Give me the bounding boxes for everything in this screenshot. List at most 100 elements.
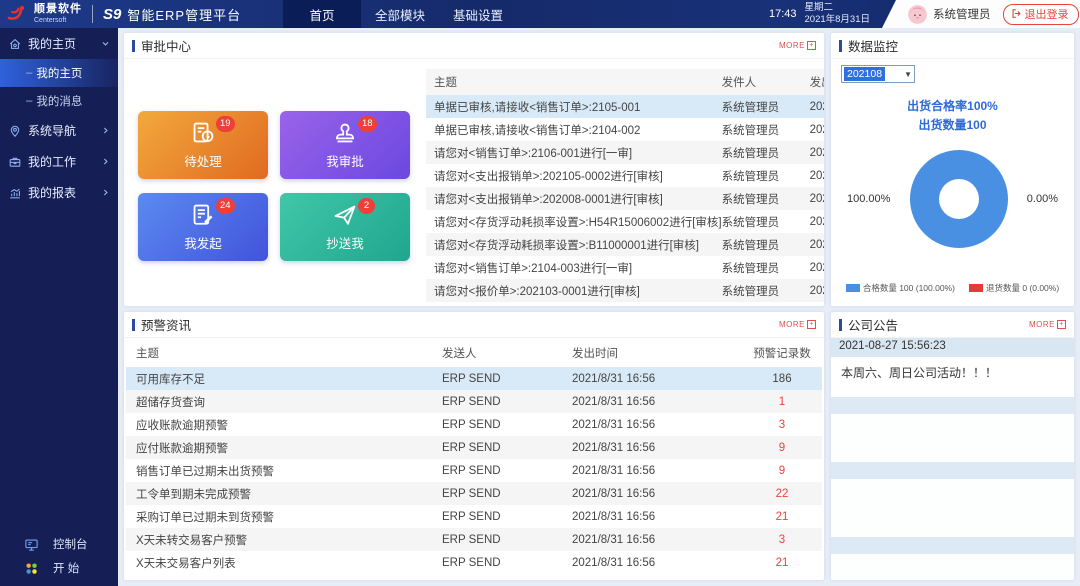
announcement-placeholder-bar-1 bbox=[831, 397, 1074, 414]
alerts-title: 预警资讯 bbox=[141, 319, 192, 333]
alert-row-time: 2021/8/31 16:56 bbox=[572, 464, 656, 477]
alert-row-count: 3 bbox=[778, 533, 786, 546]
approval-center-title: 审批中心 bbox=[141, 40, 192, 54]
sidebar-footer-item-2[interactable]: 开 始 bbox=[0, 556, 118, 580]
approval-row-sender: 系统管理员 bbox=[721, 101, 780, 114]
sidebar-group-1[interactable]: 我的主页 bbox=[0, 28, 118, 59]
approval-row-subject: 单据已审核,请接收<销售订单>:2105-001 bbox=[434, 101, 641, 114]
approval-row-sender: 系统管理员 bbox=[721, 147, 780, 160]
stamp-icon bbox=[332, 120, 358, 146]
alert-row-1[interactable]: 可用库存不足 ERP SEND 2021/8/31 16:56 186 bbox=[126, 367, 822, 390]
sidebar-subitem-1-2[interactable]: – 我的消息 bbox=[0, 87, 118, 115]
approval-row-1[interactable]: 单据已审核,请接收<销售订单>:2105-001 系统管理员 2021/8/14 1… bbox=[426, 95, 824, 118]
title-accent-bar bbox=[132, 318, 135, 331]
approval-row-time: 2021/4/23 14:06 bbox=[809, 261, 824, 274]
alert-row-count: 22 bbox=[775, 487, 789, 500]
panel-approval-center: 审批中心 MORE + 待处理 19 我审批 18 我发起 24 抄送我 2 主题 发件人 发… bbox=[124, 33, 824, 306]
alert-row-sender: ERP SEND bbox=[442, 556, 501, 569]
alert-row-sender: ERP SEND bbox=[442, 441, 501, 454]
nav-tab-2[interactable]: 全部模块 bbox=[361, 0, 439, 28]
approval-row-3[interactable]: 请您对<销售订单>:2106-001进行[一审] 系统管理员 2021/6/5 14… bbox=[426, 141, 824, 164]
period-select[interactable]: 202108 ▼ bbox=[841, 65, 915, 83]
tile-count-badge: 2 bbox=[358, 197, 375, 214]
approval-row-5[interactable]: 请您对<支出报销单>:202008-0001进行[审核] 系统管理员 2021/5/… bbox=[426, 187, 824, 210]
panel-alerts: 预警资讯 MORE + 主题 发送人 发出时间 预警记录数 可用库存不足 ERP … bbox=[124, 312, 824, 580]
announcement-content-1: 本周六、周日公司活动！！！ bbox=[831, 357, 1074, 395]
legend-label: 退货数量 0 (0.00%) bbox=[985, 283, 1060, 293]
panel-announcements: 公司公告 MORE + 2021-08-27 15:56:23 本周六、周日公司活… bbox=[831, 312, 1074, 580]
approval-row-subject: 单据已审核,请接收<销售订单>:2104-002 bbox=[434, 124, 641, 137]
approval-row-sender: 系统管理员 bbox=[721, 193, 780, 206]
approval-row-8[interactable]: 请您对<销售订单>:2104-003进行[一审] 系统管理员 2021/4/23 1… bbox=[426, 256, 824, 279]
alert-row-time: 2021/8/31 16:56 bbox=[572, 441, 656, 454]
alert-row-6[interactable]: 工令单到期未完成预警 ERP SEND 2021/8/31 16:56 22 bbox=[126, 482, 822, 505]
tile-count-badge: 19 bbox=[216, 115, 235, 132]
alert-row-2[interactable]: 超储存货查询 ERP SEND 2021/8/31 16:56 1 bbox=[126, 390, 822, 413]
sidebar-subitem-1-1[interactable]: – 我的主页 bbox=[0, 59, 118, 87]
tile-count-badge: 24 bbox=[216, 197, 235, 214]
announcements-more-link[interactable]: MORE + bbox=[1029, 320, 1066, 329]
chevron-right-icon bbox=[101, 155, 110, 169]
alert-row-sender: ERP SEND bbox=[442, 464, 501, 477]
top-header: 顺景软件 Centersoft S9 智能ERP管理平台 首页 全部模块 基础设置 … bbox=[0, 0, 1080, 28]
approval-row-subject: 请您对<报价单>:202103-0001进行[审核] bbox=[434, 285, 640, 298]
sidebar-footer-item-1[interactable]: 控制台 bbox=[0, 532, 118, 556]
sidebar-subitem-label: 我的主页 bbox=[36, 68, 83, 80]
nav-tab-1[interactable]: 首页 bbox=[283, 0, 361, 28]
monitor-summary: 出货合格率100% 出货数量100 bbox=[907, 99, 998, 132]
approval-row-subject: 请您对<支出报销单>:202105-0002进行[审核] bbox=[434, 170, 663, 183]
approval-row-sender: 系统管理员 bbox=[721, 262, 780, 275]
approval-table: 主题 发件人 发出时间 单据已审核,请接收<销售订单>:2105-001 系统管理… bbox=[426, 69, 824, 302]
alert-row-count: 21 bbox=[775, 510, 789, 523]
approval-tile-4[interactable]: 抄送我 2 bbox=[280, 192, 410, 261]
alert-row-subject: 可用库存不足 bbox=[136, 373, 205, 386]
approval-row-time: 2021/5/22 17:41 bbox=[809, 169, 824, 182]
panel-data-monitor: 数据监控 202108 ▼ 出货合格率100% 出货数量100 100.00% … bbox=[831, 33, 1074, 306]
alert-row-4[interactable]: 应付账款逾期预警 ERP SEND 2021/8/31 16:56 9 bbox=[126, 436, 822, 459]
approval-row-4[interactable]: 请您对<支出报销单>:202105-0002进行[审核] 系统管理员 2021/5/… bbox=[426, 164, 824, 187]
sidebar-group-2[interactable]: 系统导航 bbox=[0, 115, 118, 146]
sidebar-group-3[interactable]: 我的工作 bbox=[0, 146, 118, 177]
platform-title: 智能ERP管理平台 bbox=[127, 7, 242, 23]
tile-label: 我发起 bbox=[184, 236, 222, 251]
alert-row-3[interactable]: 应收账款逾期预警 ERP SEND 2021/8/31 16:56 3 bbox=[126, 413, 822, 436]
nav-tab-3[interactable]: 基础设置 bbox=[439, 0, 517, 28]
alert-row-5[interactable]: 销售订单已过期未出货预警 ERP SEND 2021/8/31 16:56 9 bbox=[126, 459, 822, 482]
announcement-placeholder-body-3 bbox=[831, 554, 1074, 580]
announcement-time-1[interactable]: 2021-08-27 15:56:23 bbox=[831, 338, 1074, 357]
alert-row-7[interactable]: 采购订单已过期未到货预警 ERP SEND 2021/8/31 16:56 21 bbox=[126, 505, 822, 528]
alert-row-9[interactable]: X天未交易客户列表 ERP SEND 2021/8/31 16:56 21 bbox=[126, 551, 822, 574]
alert-row-subject: 超储存货查询 bbox=[136, 396, 205, 409]
home-icon bbox=[8, 37, 22, 51]
approval-more-link[interactable]: MORE + bbox=[779, 41, 816, 50]
dash-mark: – bbox=[26, 67, 33, 79]
approval-tile-3[interactable]: 我发起 24 bbox=[138, 192, 268, 261]
sidebar-group-label: 我的工作 bbox=[28, 155, 77, 169]
avatar[interactable] bbox=[908, 4, 927, 24]
user-area: 系统管理员 退出登录 bbox=[882, 0, 1080, 28]
sidebar-group-label: 我的报表 bbox=[28, 186, 77, 200]
pending-doc-icon bbox=[190, 120, 216, 146]
alert-row-8[interactable]: X天未转交易客户预警 ERP SEND 2021/8/31 16:56 3 bbox=[126, 528, 822, 551]
brand-subtitle: Centersoft bbox=[34, 17, 67, 24]
approval-row-6[interactable]: 请您对<存货浮动耗损率设置>:H54R15006002进行[审核] 系统管理员 20… bbox=[426, 210, 824, 233]
data-monitor-title: 数据监控 bbox=[848, 40, 899, 54]
logout-button[interactable]: 退出登录 bbox=[1002, 3, 1079, 25]
sidebar-group-4[interactable]: 我的报表 bbox=[0, 177, 118, 208]
approval-row-2[interactable]: 单据已审核,请接收<销售订单>:2104-002 系统管理员 2021/8/5 16… bbox=[426, 118, 824, 141]
alert-row-sender: ERP SEND bbox=[442, 418, 501, 431]
legend-item-2: 退货数量 0 (0.00%) bbox=[968, 282, 1060, 294]
current-user-label: 系统管理员 bbox=[933, 9, 991, 21]
approval-tiles: 待处理 19 我审批 18 我发起 24 抄送我 2 bbox=[138, 69, 410, 302]
approval-row-sender: 系统管理员 bbox=[721, 239, 780, 252]
alerts-more-link[interactable]: MORE + bbox=[779, 320, 816, 329]
sidebar-footer-label: 开 始 bbox=[53, 563, 80, 575]
approval-row-7[interactable]: 请您对<存货浮动耗损率设置>:B11000001进行[审核] 系统管理员 2021/… bbox=[426, 233, 824, 256]
sidebar-group-label: 系统导航 bbox=[28, 124, 77, 138]
alert-row-count: 21 bbox=[775, 556, 789, 569]
approval-tile-2[interactable]: 我审批 18 bbox=[280, 110, 410, 179]
approval-row-sender: 系统管理员 bbox=[721, 216, 780, 229]
approval-tile-1[interactable]: 待处理 19 bbox=[138, 110, 268, 179]
approval-row-9[interactable]: 请您对<报价单>:202103-0001进行[审核] 系统管理员 2021/3/3 … bbox=[426, 279, 824, 302]
alert-row-subject: 销售订单已过期未出货预警 bbox=[136, 465, 274, 478]
